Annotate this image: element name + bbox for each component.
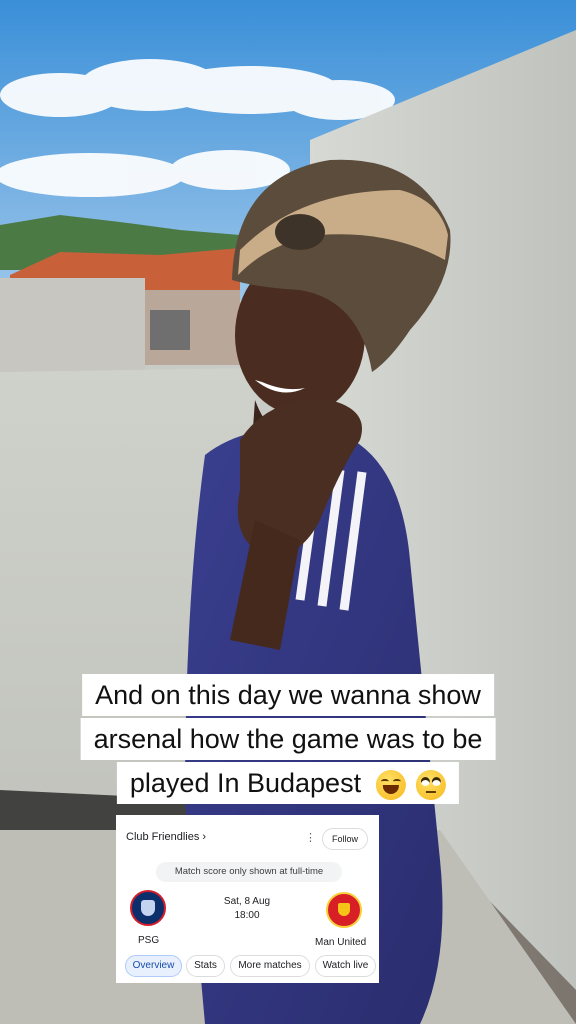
home-team-name[interactable]: PSG <box>138 935 159 946</box>
caption-line-1: And on this day we wanna show <box>82 674 494 716</box>
score-notice: Match score only shown at full-time <box>156 862 342 882</box>
tab-stats[interactable]: Stats <box>186 955 225 977</box>
away-team-name[interactable]: Man United <box>315 937 366 948</box>
match-date: Sat, 8 Aug <box>223 896 271 907</box>
caption-line-2: arsenal how the game was to be <box>80 718 496 760</box>
follow-button[interactable]: Follow <box>322 828 368 850</box>
psg-crest-icon <box>130 890 166 926</box>
face-with-rolling-eyes-icon <box>416 769 447 800</box>
caption-line-3: played In Budapest <box>116 762 460 806</box>
face-with-tears-of-joy-icon <box>375 769 406 800</box>
caption-text-1: And on this day we wanna show <box>95 680 481 710</box>
tab-more-matches[interactable]: More matches <box>230 955 310 977</box>
caption-emojis <box>373 764 447 806</box>
match-time: 18:00 <box>234 910 260 921</box>
man-united-crest-icon <box>326 892 362 928</box>
tab-overview[interactable]: Overview <box>125 955 182 977</box>
more-options-icon[interactable]: ⋮ <box>305 831 316 844</box>
match-card: Club Friendlies › ⋮ Follow Match score o… <box>116 815 379 983</box>
caption-text-3: played In Budapest <box>129 768 362 798</box>
caption-text-2: arsenal how the game was to be <box>93 724 483 754</box>
tab-watch-live[interactable]: Watch live <box>315 955 376 977</box>
competition-link[interactable]: Club Friendlies › <box>126 831 206 843</box>
